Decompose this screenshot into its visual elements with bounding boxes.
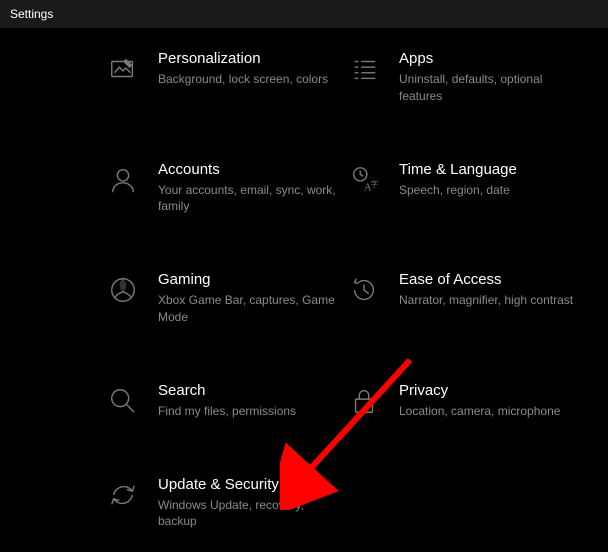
category-title: Time & Language bbox=[399, 161, 577, 178]
update-security-icon bbox=[106, 478, 140, 512]
category-title: Search bbox=[158, 382, 336, 399]
category-apps[interactable]: Apps Uninstall, defaults, optional featu… bbox=[347, 50, 577, 105]
category-privacy[interactable]: Privacy Location, camera, microphone bbox=[347, 382, 577, 420]
category-search[interactable]: Search Find my files, permissions bbox=[106, 382, 336, 420]
category-desc: Your accounts, email, sync, work, family bbox=[158, 182, 336, 216]
window-title: Settings bbox=[10, 7, 53, 21]
settings-content: Personalization Background, lock screen,… bbox=[0, 28, 608, 530]
category-personalization[interactable]: Personalization Background, lock screen,… bbox=[106, 50, 336, 105]
category-update-security[interactable]: Update & Security Windows Update, recove… bbox=[106, 476, 336, 531]
category-title: Gaming bbox=[158, 271, 336, 288]
category-title: Apps bbox=[399, 50, 577, 67]
category-gaming[interactable]: Gaming Xbox Game Bar, captures, Game Mod… bbox=[106, 271, 336, 326]
svg-text:字: 字 bbox=[371, 178, 379, 188]
personalization-icon bbox=[106, 52, 140, 86]
search-icon bbox=[106, 384, 140, 418]
category-time-language[interactable]: A字 Time & Language Speech, region, date bbox=[347, 161, 577, 216]
category-title: Privacy bbox=[399, 382, 577, 399]
category-desc: Uninstall, defaults, optional features bbox=[399, 71, 577, 105]
category-title: Ease of Access bbox=[399, 271, 577, 288]
category-desc: Narrator, magnifier, high contrast bbox=[399, 292, 577, 309]
category-desc: Background, lock screen, colors bbox=[158, 71, 336, 88]
time-language-icon: A字 bbox=[347, 163, 381, 197]
category-desc: Location, camera, microphone bbox=[399, 403, 577, 420]
accounts-icon bbox=[106, 163, 140, 197]
category-ease-of-access[interactable]: Ease of Access Narrator, magnifier, high… bbox=[347, 271, 577, 326]
privacy-icon bbox=[347, 384, 381, 418]
category-desc: Windows Update, recovery, backup bbox=[158, 497, 336, 531]
category-accounts[interactable]: Accounts Your accounts, email, sync, wor… bbox=[106, 161, 336, 216]
category-title: Update & Security bbox=[158, 476, 336, 493]
ease-of-access-icon bbox=[347, 273, 381, 307]
categories-grid: Personalization Background, lock screen,… bbox=[0, 50, 608, 530]
category-desc: Speech, region, date bbox=[399, 182, 577, 199]
apps-icon bbox=[347, 52, 381, 86]
titlebar: Settings bbox=[0, 0, 608, 28]
category-desc: Xbox Game Bar, captures, Game Mode bbox=[158, 292, 336, 326]
category-title: Personalization bbox=[158, 50, 336, 67]
category-desc: Find my files, permissions bbox=[158, 403, 336, 420]
category-title: Accounts bbox=[158, 161, 336, 178]
gaming-icon bbox=[106, 273, 140, 307]
